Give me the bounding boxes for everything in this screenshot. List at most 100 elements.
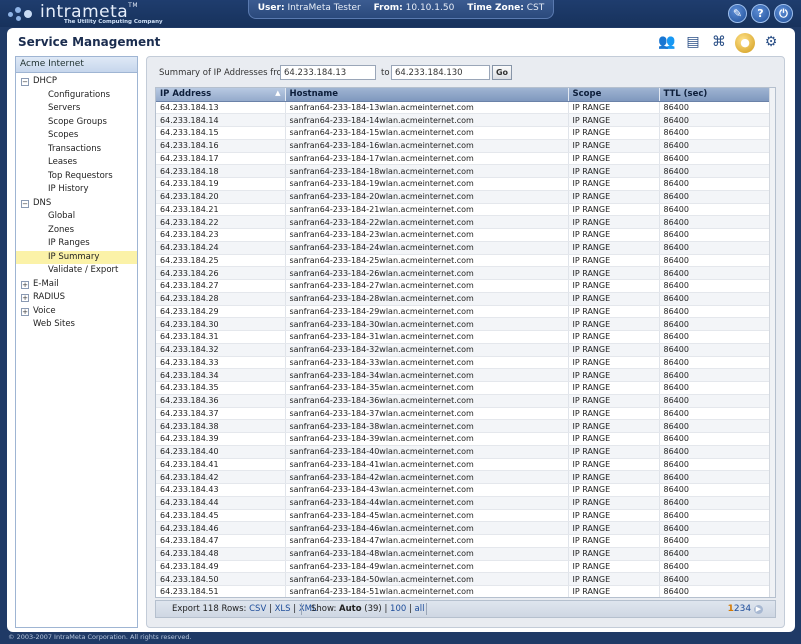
- expand-icon[interactable]: +: [21, 294, 29, 302]
- show-all-link[interactable]: all: [415, 604, 425, 614]
- ip-address-cell: 64.233.184.44: [156, 496, 286, 510]
- hostname-cell: sanfran64-233-184-23wlan.acmeinternet.co…: [285, 228, 569, 242]
- tree-node-email[interactable]: + E-Mail: [16, 278, 137, 292]
- tree-item-ip-ranges[interactable]: IP Ranges: [16, 237, 137, 251]
- tree-item-transactions[interactable]: Transactions: [16, 143, 137, 157]
- table-row[interactable]: 64.233.184.50 sanfran64-233-184-50wlan.ac…: [156, 572, 775, 586]
- ip-address-cell: 64.233.184.13: [156, 101, 286, 115]
- table-row[interactable]: 64.233.184.44 sanfran64-233-184-44wlan.ac…: [156, 496, 775, 510]
- help-icon[interactable]: ?: [751, 4, 770, 23]
- table-row[interactable]: 64.233.184.40 sanfran64-233-184-40wlan.ac…: [156, 445, 775, 459]
- tree-node-voice[interactable]: + Voice: [16, 305, 137, 319]
- ip-address-cell: 64.233.184.14: [156, 113, 286, 127]
- table-row[interactable]: 64.233.184.13 sanfran64-233-184-13wlan.ac…: [156, 101, 775, 115]
- table-row[interactable]: 64.233.184.24 sanfran64-233-184-24wlan.ac…: [156, 241, 775, 255]
- tree-node-dns[interactable]: − DNS: [16, 197, 137, 211]
- show-100-link[interactable]: 100: [390, 604, 406, 614]
- table-row[interactable]: 64.233.184.37 sanfran64-233-184-37wlan.ac…: [156, 407, 775, 421]
- main-panel: Service Management 👥 ▤ ⌘ ● ⚙ Acme Internet −…: [7, 28, 795, 632]
- table-row[interactable]: 64.233.184.23 sanfran64-233-184-23wlan.ac…: [156, 228, 775, 242]
- table-row[interactable]: 64.233.184.25 sanfran64-233-184-25wlan.ac…: [156, 254, 775, 268]
- ttl-cell: 86400: [659, 419, 775, 433]
- table-row[interactable]: 64.233.184.19 sanfran64-233-184-19wlan.ac…: [156, 177, 775, 191]
- column-header-ip-address[interactable]: IP Address ▲: [156, 88, 286, 102]
- table-row[interactable]: 64.233.184.30 sanfran64-233-184-30wlan.ac…: [156, 317, 775, 331]
- ip-address-cell: 64.233.184.21: [156, 203, 286, 217]
- hostname-cell: sanfran64-233-184-39wlan.acmeinternet.co…: [285, 432, 569, 446]
- tree-item-leases[interactable]: Leases: [16, 156, 137, 170]
- table-row[interactable]: 64.233.184.28 sanfran64-233-184-28wlan.ac…: [156, 292, 775, 306]
- tree-node-dhcp[interactable]: − DHCP: [16, 75, 137, 89]
- table-row[interactable]: 64.233.184.18 sanfran64-233-184-18wlan.ac…: [156, 164, 775, 178]
- tree-item-zones[interactable]: Zones: [16, 224, 137, 238]
- tree-node-web-sites[interactable]: Web Sites: [16, 318, 137, 332]
- table-row[interactable]: 64.233.184.42 sanfran64-233-184-42wlan.ac…: [156, 470, 775, 484]
- tree-item-configurations[interactable]: Configurations: [16, 89, 137, 103]
- tree-node-radius[interactable]: + RADIUS: [16, 291, 137, 305]
- ip-address-cell: 64.233.184.43: [156, 483, 286, 497]
- table-row[interactable]: 64.233.184.34 sanfran64-233-184-34wlan.ac…: [156, 368, 775, 382]
- table-row[interactable]: 64.233.184.20 sanfran64-233-184-20wlan.ac…: [156, 190, 775, 204]
- tree-item-scopes[interactable]: Scopes: [16, 129, 137, 143]
- table-row[interactable]: 64.233.184.26 sanfran64-233-184-26wlan.ac…: [156, 266, 775, 280]
- expand-icon[interactable]: +: [21, 307, 29, 316]
- tree-item-servers[interactable]: Servers: [16, 102, 137, 116]
- users-icon[interactable]: 👥: [657, 32, 677, 52]
- table-row[interactable]: 64.233.184.48 sanfran64-233-184-48wlan.ac…: [156, 547, 775, 561]
- collapse-icon[interactable]: −: [21, 78, 29, 86]
- column-header-ttl[interactable]: TTL (sec): [659, 88, 775, 102]
- table-row[interactable]: 64.233.184.31 sanfran64-233-184-31wlan.ac…: [156, 330, 775, 344]
- to-ip-input[interactable]: 64.233.184.130: [391, 65, 490, 80]
- gears-icon[interactable]: ⚙: [761, 32, 781, 52]
- tree-item-top-requestors[interactable]: Top Requestors: [16, 170, 137, 184]
- vertical-scrollbar[interactable]: [769, 88, 775, 597]
- column-header-hostname[interactable]: Hostname: [285, 88, 569, 102]
- table-row[interactable]: 64.233.184.47 sanfran64-233-184-47wlan.ac…: [156, 534, 775, 548]
- table-row[interactable]: 64.233.184.46 sanfran64-233-184-46wlan.ac…: [156, 521, 775, 535]
- table-row[interactable]: 64.233.184.49 sanfran64-233-184-49wlan.ac…: [156, 560, 775, 574]
- table-row[interactable]: 64.233.184.21 sanfran64-233-184-21wlan.ac…: [156, 203, 775, 217]
- column-header-scope[interactable]: Scope: [568, 88, 660, 102]
- export-csv-link[interactable]: CSV: [249, 604, 266, 614]
- collapse-icon[interactable]: −: [21, 199, 29, 208]
- page-4-link[interactable]: 4: [745, 604, 751, 614]
- table-row[interactable]: 64.233.184.35 sanfran64-233-184-35wlan.ac…: [156, 381, 775, 395]
- table-row[interactable]: 64.233.184.22 sanfran64-233-184-22wlan.ac…: [156, 215, 775, 229]
- tree-item-ip-history[interactable]: IP History: [16, 183, 137, 197]
- id-card-icon[interactable]: ▤: [683, 32, 703, 52]
- intrameta-logo[interactable]: intrametaTM The Utility Computing Compan…: [6, 2, 176, 26]
- scope-cell: IP RANGE: [568, 254, 660, 268]
- table-row[interactable]: 64.233.184.15 sanfran64-233-184-15wlan.ac…: [156, 126, 775, 140]
- table-row[interactable]: 64.233.184.39 sanfran64-233-184-39wlan.ac…: [156, 432, 775, 446]
- network-icon[interactable]: ⌘: [709, 32, 729, 52]
- tree-item-validate-export[interactable]: Validate / Export: [16, 264, 137, 278]
- wrench-icon[interactable]: ✎: [728, 4, 747, 23]
- table-row[interactable]: 64.233.184.51 sanfran64-233-184-51wlan.ac…: [156, 585, 775, 597]
- ttl-cell: 86400: [659, 534, 775, 548]
- hostname-cell: sanfran64-233-184-45wlan.acmeinternet.co…: [285, 509, 569, 523]
- table-row[interactable]: 64.233.184.41 sanfran64-233-184-41wlan.ac…: [156, 458, 775, 472]
- table-row[interactable]: 64.233.184.29 sanfran64-233-184-29wlan.ac…: [156, 305, 775, 319]
- export-xls-link[interactable]: XLS: [275, 604, 291, 614]
- tree-item-global[interactable]: Global: [16, 210, 137, 224]
- table-row[interactable]: 64.233.184.16 sanfran64-233-184-16wlan.ac…: [156, 139, 775, 153]
- power-icon[interactable]: ⏻: [774, 4, 793, 23]
- table-row[interactable]: 64.233.184.32 sanfran64-233-184-32wlan.ac…: [156, 343, 775, 357]
- table-row[interactable]: 64.233.184.27 sanfran64-233-184-27wlan.ac…: [156, 279, 775, 293]
- next-page-icon[interactable]: ▶: [754, 605, 763, 614]
- go-button[interactable]: Go: [492, 65, 512, 80]
- table-row[interactable]: 64.233.184.14 sanfran64-233-184-14wlan.ac…: [156, 113, 775, 127]
- ttl-cell: 86400: [659, 254, 775, 268]
- globe-icon[interactable]: ●: [735, 33, 755, 53]
- table-row[interactable]: 64.233.184.17 sanfran64-233-184-17wlan.ac…: [156, 152, 775, 166]
- tree-item-ip-summary[interactable]: IP Summary: [16, 250, 137, 264]
- table-row[interactable]: 64.233.184.38 sanfran64-233-184-38wlan.ac…: [156, 419, 775, 433]
- show-auto-option[interactable]: Auto: [339, 604, 362, 614]
- table-row[interactable]: 64.233.184.45 sanfran64-233-184-45wlan.ac…: [156, 509, 775, 523]
- table-row[interactable]: 64.233.184.36 sanfran64-233-184-36wlan.ac…: [156, 394, 775, 408]
- tree-item-scope-groups[interactable]: Scope Groups: [16, 116, 137, 130]
- expand-icon[interactable]: +: [21, 280, 29, 289]
- table-row[interactable]: 64.233.184.33 sanfran64-233-184-33wlan.ac…: [156, 356, 775, 370]
- from-ip-input[interactable]: 64.233.184.13: [280, 65, 376, 80]
- table-row[interactable]: 64.233.184.43 sanfran64-233-184-43wlan.ac…: [156, 483, 775, 497]
